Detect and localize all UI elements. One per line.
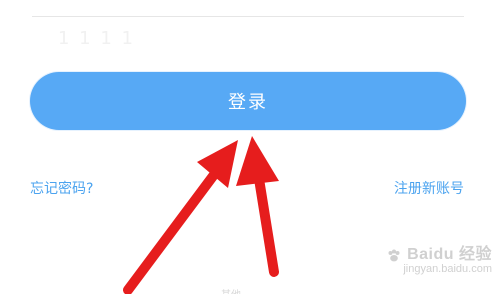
login-screen: 1 1 1 1 登录 忘记密码? 注册新账号 Baidu 经验 jingyan.… [0, 0, 500, 294]
register-link[interactable]: 注册新账号 [394, 178, 464, 198]
watermark-url: jingyan.baidu.com [403, 263, 492, 276]
bottom-hint-text: 其他 [221, 286, 241, 294]
red-arrow-left [123, 140, 238, 294]
baidu-paw-icon [388, 249, 400, 262]
forgot-password-link[interactable]: 忘记密码? [30, 178, 93, 198]
watermark-brand-row: Baidu 经验 [387, 246, 492, 263]
faint-placeholder-text: 1 1 1 1 [58, 28, 135, 49]
watermark-brand: Baidu 经验 [407, 246, 492, 263]
input-divider [32, 16, 464, 17]
red-arrow-right [236, 136, 279, 277]
login-button[interactable]: 登录 [30, 72, 466, 130]
baidu-watermark: Baidu 经验 jingyan.baidu.com [387, 246, 492, 276]
